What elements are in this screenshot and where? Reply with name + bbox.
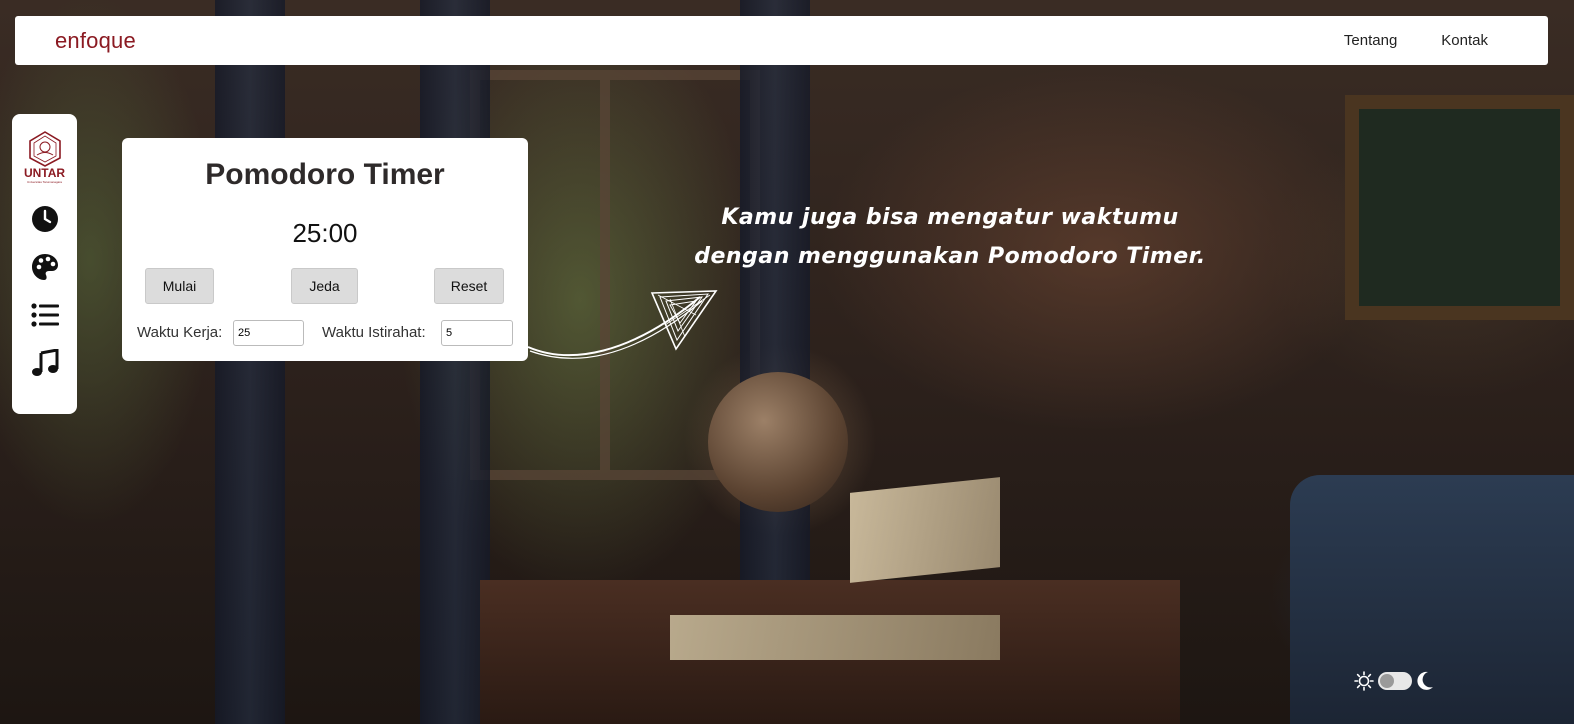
logo-subtext: Universitas Tarumanagara [27,180,62,184]
start-button[interactable]: Mulai [145,268,214,304]
nav-links: Tentang Kontak [1344,32,1488,49]
background-painting [1345,95,1574,320]
theme-toggle-switch[interactable] [1378,672,1412,690]
headline-line-2: dengan menggunakan Pomodoro Timer. [694,244,1206,269]
background-book [670,615,1000,660]
timer-display: 25:00 [292,218,358,248]
untar-emblem-icon [28,131,61,167]
headline-line-1: Kamu juga bisa mengatur waktumu [721,205,1179,230]
work-time-input[interactable] [233,320,304,346]
promo-headline: Kamu juga bisa mengatur waktumu dengan m… [690,198,1210,276]
music-icon[interactable] [30,348,60,378]
break-time-label: Waktu Istirahat: [322,324,426,341]
logo-text: UNTAR [23,166,66,180]
navbar: enfoque Tentang Kontak [15,16,1548,65]
list-icon[interactable] [30,300,60,330]
background-globe [708,372,848,512]
break-time-input[interactable] [441,320,513,346]
pomodoro-timer-card: Pomodoro Timer 25:00 Mulai Jeda Reset Wa… [122,138,528,361]
timer-title: Pomodoro Timer [205,158,445,191]
reset-button[interactable]: Reset [434,268,504,304]
palette-icon[interactable] [30,252,60,282]
background-photo [0,0,1574,724]
untar-logo: UNTAR Universitas Tarumanagara [23,130,67,186]
sidebar: UNTAR Universitas Tarumanagara [12,114,77,414]
nav-link-tentang[interactable]: Tentang [1344,32,1397,49]
sun-icon [1354,671,1374,691]
pause-button[interactable]: Jeda [291,268,358,304]
hand-drawn-arrow-icon [527,290,718,359]
clock-icon[interactable] [30,204,60,234]
moon-icon [1417,671,1433,690]
theme-toggle-knob [1380,674,1394,688]
brand-logo[interactable]: enfoque [55,28,136,54]
work-time-label: Waktu Kerja: [137,324,223,341]
background-curtain [215,0,285,724]
background-book [850,477,1000,583]
theme-toggle[interactable] [1354,670,1434,692]
nav-link-kontak[interactable]: Kontak [1441,32,1488,49]
